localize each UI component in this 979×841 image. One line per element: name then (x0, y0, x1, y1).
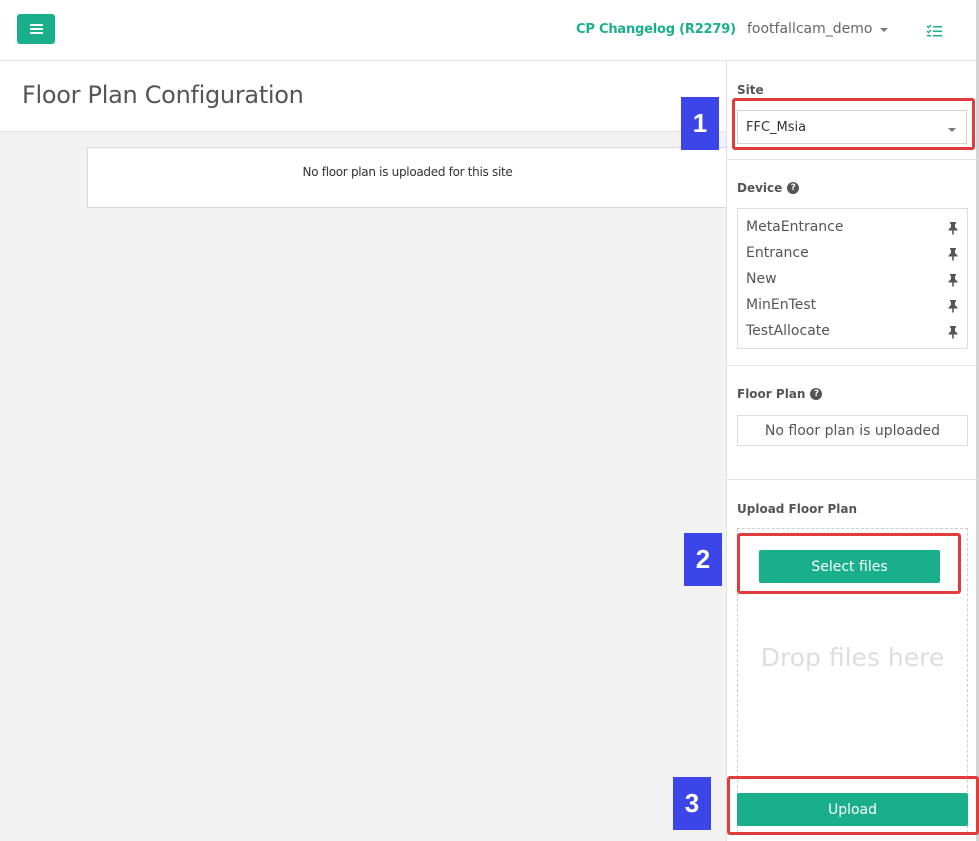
task-list-icon[interactable] (926, 24, 942, 37)
top-bar: CP Changelog (R2279) footfallcam_demo (0, 0, 979, 61)
page-header: Floor Plan Configuration (0, 61, 726, 132)
device-list: MetaEntrance Entrance New MinEnTest Test… (737, 208, 968, 349)
device-item[interactable]: TestAllocate (738, 320, 967, 346)
pin-icon[interactable] (947, 247, 959, 261)
callout-number-1: 1 (681, 97, 719, 150)
help-icon[interactable]: ? (810, 388, 823, 400)
drop-files-text: Drop files here (760, 643, 945, 672)
callout-number-2: 2 (684, 533, 722, 586)
upload-floor-plan-label: Upload Floor Plan (737, 502, 857, 516)
callout-highlight-1 (732, 98, 975, 150)
page-title: Floor Plan Configuration (22, 81, 304, 109)
pin-icon[interactable] (947, 299, 959, 313)
pin-icon[interactable] (947, 325, 959, 339)
device-item[interactable]: MinEnTest (738, 294, 967, 320)
device-name: Entrance (746, 245, 809, 261)
user-menu[interactable]: footfallcam_demo (747, 21, 889, 37)
floor-plan-label: Floor Plan ? (737, 387, 823, 401)
device-name: TestAllocate (746, 323, 830, 339)
device-name: New (746, 271, 777, 287)
divider (727, 479, 977, 480)
username: footfallcam_demo (747, 21, 873, 37)
no-floor-plan-message: No floor plan is uploaded for this site (87, 147, 727, 208)
device-name: MinEnTest (746, 297, 817, 313)
device-item[interactable]: New (738, 268, 967, 294)
device-item[interactable]: Entrance (738, 242, 967, 268)
floor-plan-status: No floor plan is uploaded (737, 415, 968, 446)
device-item[interactable]: MetaEntrance (738, 216, 967, 242)
pin-icon[interactable] (947, 273, 959, 287)
callout-highlight-2 (737, 533, 961, 594)
chevron-down-icon (880, 28, 889, 32)
divider (727, 365, 977, 366)
hamburger-icon (29, 24, 43, 34)
divider (727, 159, 977, 160)
menu-toggle-button[interactable] (17, 14, 55, 44)
site-label-text: Site (737, 83, 764, 97)
floor-plan-label-text: Floor Plan (737, 387, 806, 401)
device-label: Device ? (737, 181, 800, 195)
upload-label-text: Upload Floor Plan (737, 502, 857, 516)
callout-highlight-3 (727, 776, 979, 835)
callout-number-3: 3 (673, 777, 711, 830)
config-sidebar: Site FFC_Msia Device ? MetaEntrance Entr… (726, 61, 977, 841)
pin-icon[interactable] (947, 221, 959, 235)
changelog-link[interactable]: CP Changelog (R2279) (576, 22, 736, 37)
device-label-text: Device (737, 181, 783, 195)
floor-plan-canvas: No floor plan is uploaded for this site (0, 132, 727, 841)
help-icon[interactable]: ? (787, 182, 800, 194)
site-label: Site (737, 83, 764, 97)
device-name: MetaEntrance (746, 219, 844, 235)
